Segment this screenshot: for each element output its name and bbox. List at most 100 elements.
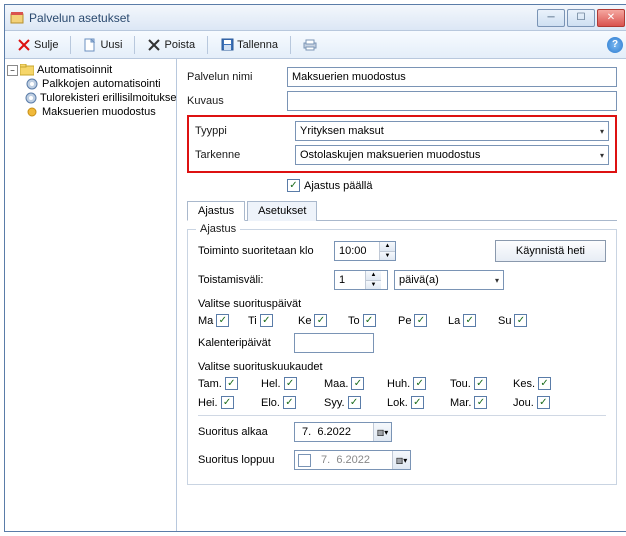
month-check[interactable]: ✓ <box>413 377 426 390</box>
day-check-la[interactable]: ✓ <box>463 314 476 327</box>
highlighted-section: Tyyppi Yrityksen maksut ▾ Tarkenne Ostol… <box>187 115 617 173</box>
month-check[interactable]: ✓ <box>283 396 296 409</box>
month-check[interactable]: ✓ <box>284 377 297 390</box>
save-label: Tallenna <box>237 39 278 51</box>
day-check-su[interactable]: ✓ <box>514 314 527 327</box>
delete-label: Poista <box>164 39 195 51</box>
month-label: Tam. <box>198 378 222 390</box>
calendar-icon[interactable]: ▥▾ <box>373 423 391 441</box>
interval-input[interactable] <box>335 271 365 289</box>
tree-root-label: Automatisoinnit <box>37 64 112 76</box>
day-check-ke[interactable]: ✓ <box>314 314 327 327</box>
month-check[interactable]: ✓ <box>225 377 238 390</box>
chevron-down-icon: ▾ <box>495 276 499 285</box>
interval-unit-select[interactable]: päivä(a) ▾ <box>394 270 504 290</box>
help-button[interactable]: ? <box>607 37 623 53</box>
month-check[interactable]: ✓ <box>348 396 361 409</box>
start-date-picker[interactable]: ▥▾ <box>294 422 392 442</box>
run-now-button[interactable]: Käynnistä heti <box>495 240 606 262</box>
day-check-ma[interactable]: ✓ <box>216 314 229 327</box>
spinner-up-icon[interactable]: ▲ <box>366 271 381 281</box>
month-check[interactable]: ✓ <box>221 396 234 409</box>
start-label: Suoritus alkaa <box>198 426 288 438</box>
days-row: Ma✓ Ti✓ Ke✓ To✓ Pe✓ La✓ Su✓ <box>198 314 606 327</box>
tree-panel: − Automatisoinnit Palkkojen automatisoin… <box>5 59 177 531</box>
day-check-pe[interactable]: ✓ <box>414 314 427 327</box>
month-label: Hel. <box>261 378 281 390</box>
window-title: Palvelun asetukset <box>29 11 537 25</box>
month-label: Kes. <box>513 378 535 390</box>
end-date-input[interactable] <box>314 454 392 466</box>
month-check[interactable]: ✓ <box>351 377 364 390</box>
day-check-to[interactable]: ✓ <box>363 314 376 327</box>
spec-select[interactable]: Ostolaskujen maksuerien muodostus ▾ <box>295 145 609 165</box>
tree-item-label: Tulorekisteri erillisilmoitukse <box>40 92 177 104</box>
day-label: To <box>348 315 360 327</box>
day-label: Ma <box>198 315 213 327</box>
day-check-ti[interactable]: ✓ <box>260 314 273 327</box>
tab-settings[interactable]: Asetukset <box>247 201 317 221</box>
tree-root[interactable]: − Automatisoinnit <box>7 63 174 77</box>
new-icon <box>83 38 97 52</box>
minimize-button[interactable]: ─ <box>537 9 565 27</box>
start-date-input[interactable] <box>295 426 373 438</box>
maximize-button[interactable]: ☐ <box>567 9 595 27</box>
end-enable-checkbox[interactable] <box>298 454 311 467</box>
tree-item-1[interactable]: Tulorekisteri erillisilmoitukse <box>25 91 174 105</box>
close-icon <box>17 38 31 52</box>
day-label: Ti <box>248 315 257 327</box>
months-row1: Tam.✓ Hel.✓ Maa.✓ Huh.✓ Tou.✓ Kes.✓ <box>198 377 606 390</box>
collapse-icon[interactable]: − <box>7 65 18 76</box>
calendar-days-input[interactable] <box>294 333 374 353</box>
month-label: Huh. <box>387 378 410 390</box>
month-label: Tou. <box>450 378 471 390</box>
month-check[interactable]: ✓ <box>474 396 487 409</box>
close-window-button[interactable]: ✕ <box>597 9 625 27</box>
day-label: Pe <box>398 315 411 327</box>
save-button[interactable]: Tallenna <box>214 36 284 54</box>
app-window: Palvelun asetukset ─ ☐ ✕ Sulje Uusi Pois… <box>4 4 626 532</box>
tabs: Ajastus Asetukset <box>187 200 617 221</box>
type-select[interactable]: Yrityksen maksut ▾ <box>295 121 609 141</box>
type-label: Tyyppi <box>195 125 295 137</box>
month-check[interactable]: ✓ <box>474 377 487 390</box>
month-check[interactable]: ✓ <box>538 377 551 390</box>
delete-button[interactable]: Poista <box>141 36 201 54</box>
tree-item-0[interactable]: Palkkojen automatisointi <box>25 77 174 91</box>
scheduling-on-checkbox[interactable]: ✓ <box>287 179 300 192</box>
days-label: Valitse suorituspäivät <box>198 298 606 310</box>
day-label: La <box>448 315 460 327</box>
spec-value: Ostolaskujen maksuerien muodostus <box>300 149 480 161</box>
month-check[interactable]: ✓ <box>537 396 550 409</box>
save-icon <box>220 38 234 52</box>
month-label: Jou. <box>513 397 534 409</box>
spinner-up-icon[interactable]: ▲ <box>380 242 395 252</box>
name-input[interactable] <box>287 67 617 87</box>
interval-spinner[interactable]: ▲▼ <box>334 270 388 290</box>
spec-label: Tarkenne <box>195 149 295 161</box>
run-at-input[interactable] <box>335 242 379 260</box>
dot-icon <box>25 106 39 118</box>
run-at-spinner[interactable]: ▲▼ <box>334 241 396 261</box>
new-label: Uusi <box>100 39 122 51</box>
spinner-down-icon[interactable]: ▼ <box>380 252 395 261</box>
close-button[interactable]: Sulje <box>11 36 64 54</box>
day-label: Su <box>498 315 511 327</box>
end-date-picker[interactable]: ▥▾ <box>294 450 411 470</box>
month-label: Lok. <box>387 397 408 409</box>
gear-icon <box>25 78 39 90</box>
desc-input[interactable] <box>287 91 617 111</box>
months-label: Valitse suorituskuukaudet <box>198 361 606 373</box>
new-button[interactable]: Uusi <box>77 36 128 54</box>
month-check[interactable]: ✓ <box>411 396 424 409</box>
app-icon <box>9 10 25 26</box>
calendar-days-label: Kalenteripäivät <box>198 337 288 349</box>
print-button[interactable] <box>297 36 323 54</box>
tree-item-2[interactable]: Maksuerien muodostus <box>25 105 174 119</box>
desc-label: Kuvaus <box>187 95 287 107</box>
titlebar: Palvelun asetukset ─ ☐ ✕ <box>5 5 626 31</box>
spinner-down-icon[interactable]: ▼ <box>366 281 381 290</box>
interval-unit-value: päivä(a) <box>399 274 439 286</box>
calendar-icon[interactable]: ▥▾ <box>392 451 410 469</box>
tab-scheduling[interactable]: Ajastus <box>187 201 245 221</box>
